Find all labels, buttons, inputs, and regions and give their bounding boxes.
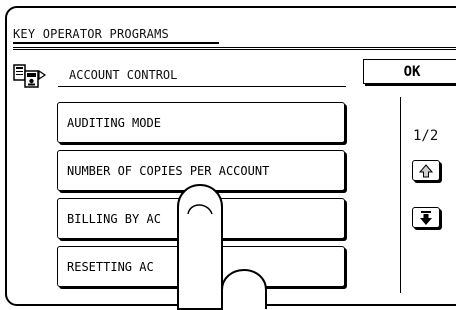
arrow-down-icon [420,210,432,225]
menu-item-auditing-mode[interactable]: AUDITING MODE [57,102,345,143]
screen-title: KEY OPERATOR PROGRAMS [13,22,219,44]
pager-divider [400,97,401,293]
arrow-up-icon [418,163,434,177]
menu-item-resetting-account[interactable]: RESETTING AC [57,246,345,287]
menu-item-billing-by-account[interactable]: BILLING BY AC [57,198,345,239]
page-indicator: 1/2 [413,128,439,144]
scroll-down-button[interactable] [412,207,440,228]
scroll-up-button[interactable] [412,160,440,181]
account-control-icon [12,62,48,90]
menu-item-copies-per-account[interactable]: NUMBER OF COPIES PER ACCOUNT [57,150,345,191]
ok-button[interactable]: OK [363,59,456,84]
screen-title-text: KEY OPERATOR PROGRAMS [13,27,169,41]
section-title: ACCOUNT CONTROL [58,60,346,87]
section-title-text: ACCOUNT CONTROL [69,68,178,82]
title-divider [13,47,456,50]
